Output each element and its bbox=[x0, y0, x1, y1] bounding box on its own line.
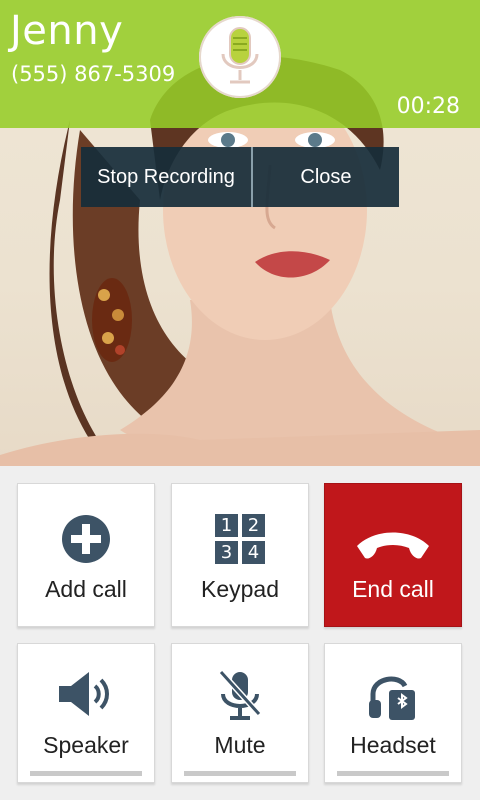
keypad-button[interactable]: 1 2 3 4 Keypad bbox=[171, 483, 309, 627]
keypad-digit: 4 bbox=[242, 541, 265, 564]
mute-button[interactable]: Mute bbox=[171, 643, 309, 783]
mute-icon bbox=[218, 669, 262, 720]
keypad-digit: 1 bbox=[215, 514, 238, 537]
bluetooth-headset-icon bbox=[369, 676, 415, 720]
speaker-icon bbox=[59, 672, 109, 716]
call-header: Jenny (555) 867-5309 00:28 bbox=[0, 0, 480, 128]
call-timer: 00:28 bbox=[396, 94, 460, 119]
speaker-state-bar bbox=[30, 771, 142, 776]
contact-name: Jenny bbox=[10, 8, 124, 54]
keypad-digit: 2 bbox=[242, 514, 265, 537]
speaker-label: Speaker bbox=[43, 732, 129, 758]
record-button[interactable] bbox=[199, 16, 281, 98]
recording-popup: Stop Recording Close bbox=[81, 147, 399, 207]
add-call-button[interactable]: Add call bbox=[17, 483, 155, 627]
keypad-digit: 3 bbox=[215, 541, 238, 564]
end-call-button[interactable]: End call bbox=[324, 483, 462, 627]
end-call-label: End call bbox=[352, 576, 434, 602]
close-popup-button[interactable]: Close bbox=[253, 147, 399, 207]
headset-button[interactable]: Headset bbox=[324, 643, 462, 783]
add-call-label: Add call bbox=[45, 576, 127, 602]
microphone-icon bbox=[221, 27, 259, 84]
mute-state-bar bbox=[184, 771, 296, 776]
call-actions-grid: Add call 1 2 3 4 Keypad End call Speaker bbox=[0, 466, 480, 800]
keypad-label: Keypad bbox=[200, 576, 279, 602]
end-call-icon bbox=[357, 532, 429, 559]
stop-recording-button[interactable]: Stop Recording bbox=[81, 147, 251, 207]
speaker-button[interactable]: Speaker bbox=[17, 643, 155, 783]
headset-state-bar bbox=[337, 771, 449, 776]
add-call-icon bbox=[62, 515, 110, 563]
mute-label: Mute bbox=[214, 732, 266, 758]
contact-number: (555) 867-5309 bbox=[11, 62, 176, 86]
headset-label: Headset bbox=[350, 732, 436, 758]
keypad-icon: 1 2 3 4 bbox=[215, 514, 265, 564]
